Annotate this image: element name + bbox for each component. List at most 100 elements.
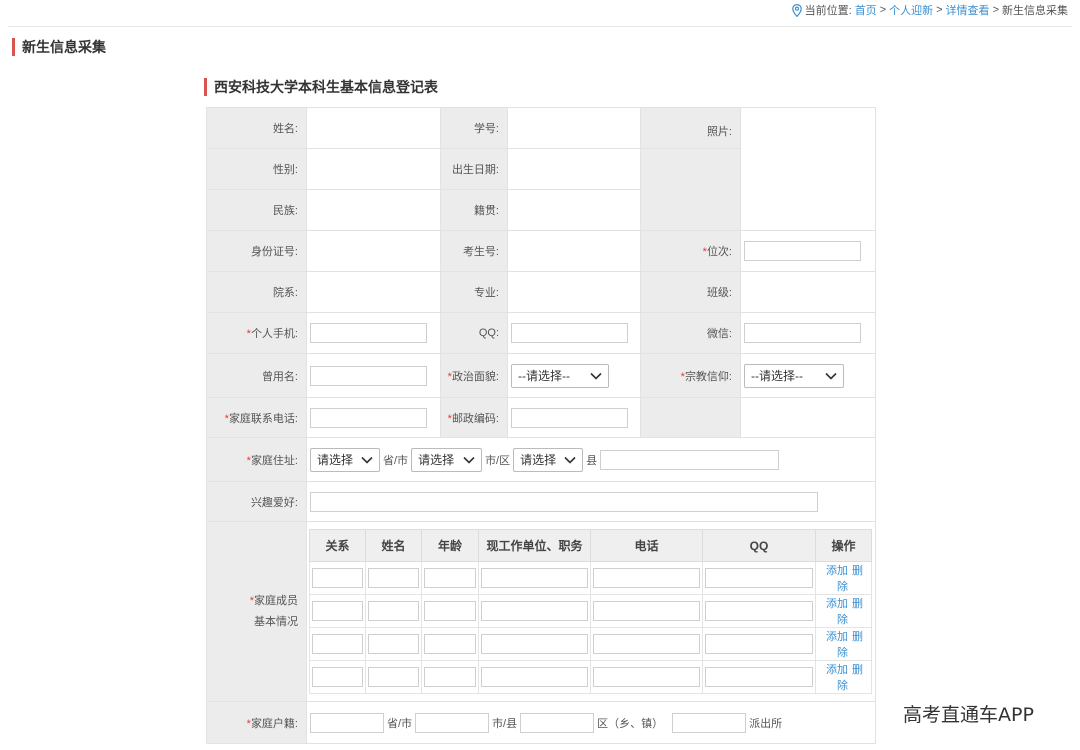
religion-label: *宗教信仰: xyxy=(640,353,741,398)
name-value xyxy=(306,107,441,149)
breadcrumb-welcome-link[interactable]: 个人迎新 xyxy=(889,2,933,18)
member-qq-input[interactable] xyxy=(705,568,813,588)
wechat-input[interactable] xyxy=(744,323,861,343)
household-province-input[interactable] xyxy=(310,712,384,733)
workplace-input[interactable] xyxy=(481,601,588,621)
page-title: 新生信息采集 xyxy=(12,38,106,56)
age-input[interactable] xyxy=(424,667,476,687)
county-select-value: 请选择 xyxy=(520,453,557,467)
political-status-select[interactable]: --请选择-- xyxy=(511,363,609,388)
province-select[interactable]: 请选择 xyxy=(310,447,380,472)
column-header: 年龄 xyxy=(421,529,479,562)
student-info-form: 姓名: 学号: 照片: 性别: 出生日期: 民族: 籍贯: 身份证号: 考生号:… xyxy=(206,107,876,744)
add-row-link[interactable]: 添加 xyxy=(826,598,848,610)
breadcrumb: 当前位置: 首页 > 个人迎新 > 详情查看 > 新生信息采集 xyxy=(791,2,1068,18)
add-row-link[interactable]: 添加 xyxy=(826,631,848,643)
student-id-value xyxy=(507,107,641,149)
relation-input[interactable] xyxy=(312,667,363,687)
rank-input[interactable] xyxy=(744,241,861,261)
table-row: 添加 删除 xyxy=(309,594,872,628)
province-unit: 省/市 xyxy=(383,454,409,467)
phone-input[interactable] xyxy=(593,601,700,621)
age-input[interactable] xyxy=(424,601,476,621)
street-address-input[interactable] xyxy=(600,449,780,470)
breadcrumb-home-link[interactable]: 首页 xyxy=(855,2,877,18)
home-phone-input[interactable] xyxy=(310,407,427,428)
member-qq-input[interactable] xyxy=(705,634,813,654)
exam-number-value xyxy=(507,230,641,272)
age-input[interactable] xyxy=(424,568,476,588)
home-address-label: *家庭住址: xyxy=(206,437,307,482)
political-status-label: *政治面貌: xyxy=(440,353,508,398)
department-label: 院系: xyxy=(206,271,307,313)
member-name-input[interactable] xyxy=(368,634,419,654)
ethnicity-value xyxy=(306,189,441,231)
table-row: 添加 删除 xyxy=(309,561,872,595)
city-select[interactable]: 请选择 xyxy=(411,447,483,472)
home-address-label-text: 家庭住址: xyxy=(250,454,298,467)
photo-area xyxy=(740,107,876,231)
column-header: 关系 xyxy=(309,529,366,562)
breadcrumb-prefix: 当前位置: xyxy=(804,5,852,17)
member-qq-input[interactable] xyxy=(705,601,813,621)
postal-code-label: *邮政编码: xyxy=(440,397,508,438)
household-label: *家庭户籍: xyxy=(206,701,307,744)
qq-input[interactable] xyxy=(511,323,628,343)
phone-input[interactable] xyxy=(593,634,700,654)
household-police-input[interactable] xyxy=(672,712,747,733)
rank-label: *位次: xyxy=(640,230,741,272)
religion-label-text: 宗教信仰: xyxy=(684,370,732,383)
rank-label-text: 位次: xyxy=(706,246,732,258)
member-qq-input[interactable] xyxy=(705,667,813,687)
family-members-label-line2: 基本情况 xyxy=(254,615,298,628)
religion-select[interactable]: --请选择-- xyxy=(744,363,844,388)
member-name-input[interactable] xyxy=(368,568,419,588)
birth-date-label: 出生日期: xyxy=(440,148,508,190)
breadcrumb-current: 新生信息采集 xyxy=(1002,5,1068,17)
age-input[interactable] xyxy=(424,634,476,654)
id-number-label: 身份证号: xyxy=(206,230,307,272)
family-members-label-line1: 家庭成员 xyxy=(254,594,298,607)
household-police-unit: 派出所 xyxy=(749,717,783,730)
household-city-input[interactable] xyxy=(415,712,490,733)
political-status-select-value: --请选择-- xyxy=(518,369,570,383)
name-label: 姓名: xyxy=(206,107,307,149)
form-title: 西安科技大学本科生基本信息登记表 xyxy=(204,78,438,96)
column-header: 操作 xyxy=(815,529,872,562)
former-name-input[interactable] xyxy=(310,365,427,386)
gender-value xyxy=(306,148,441,190)
top-divider xyxy=(8,26,1072,27)
breadcrumb-detail-link[interactable]: 详情查看 xyxy=(946,2,990,18)
add-row-link[interactable]: 添加 xyxy=(826,565,848,577)
wechat-label: 微信: xyxy=(640,312,741,354)
native-place-value xyxy=(507,189,641,231)
workplace-input[interactable] xyxy=(481,568,588,588)
member-name-input[interactable] xyxy=(368,667,419,687)
mobile-input[interactable] xyxy=(310,323,427,343)
county-select[interactable]: 请选择 xyxy=(513,447,584,472)
relation-input[interactable] xyxy=(312,568,363,588)
workplace-input[interactable] xyxy=(481,634,588,654)
mobile-label-text: 个人手机: xyxy=(250,328,298,340)
family-members-table: 关系 姓名 年龄 现工作单位、职务 电话 QQ 操作 添加 删除 添加 删除 添… xyxy=(309,529,872,694)
column-header: QQ xyxy=(702,529,816,562)
exam-number-label: 考生号: xyxy=(440,230,508,272)
add-row-link[interactable]: 添加 xyxy=(826,664,848,676)
department-value xyxy=(306,271,441,313)
member-name-input[interactable] xyxy=(368,601,419,621)
relation-input[interactable] xyxy=(312,634,363,654)
hobbies-input[interactable] xyxy=(310,491,818,512)
phone-input[interactable] xyxy=(593,667,700,687)
household-district-input[interactable] xyxy=(520,712,595,733)
breadcrumb-sep: > xyxy=(936,4,943,16)
county-unit: 县 xyxy=(586,454,598,467)
major-label: 专业: xyxy=(440,271,508,313)
class-label: 班级: xyxy=(640,271,741,313)
postal-code-input[interactable] xyxy=(511,407,628,428)
relation-input[interactable] xyxy=(312,601,363,621)
postal-code-label-text: 邮政编码: xyxy=(451,412,499,425)
phone-input[interactable] xyxy=(593,568,700,588)
breadcrumb-sep: > xyxy=(992,4,999,16)
religion-select-value: --请选择-- xyxy=(751,369,803,383)
workplace-input[interactable] xyxy=(481,667,588,687)
